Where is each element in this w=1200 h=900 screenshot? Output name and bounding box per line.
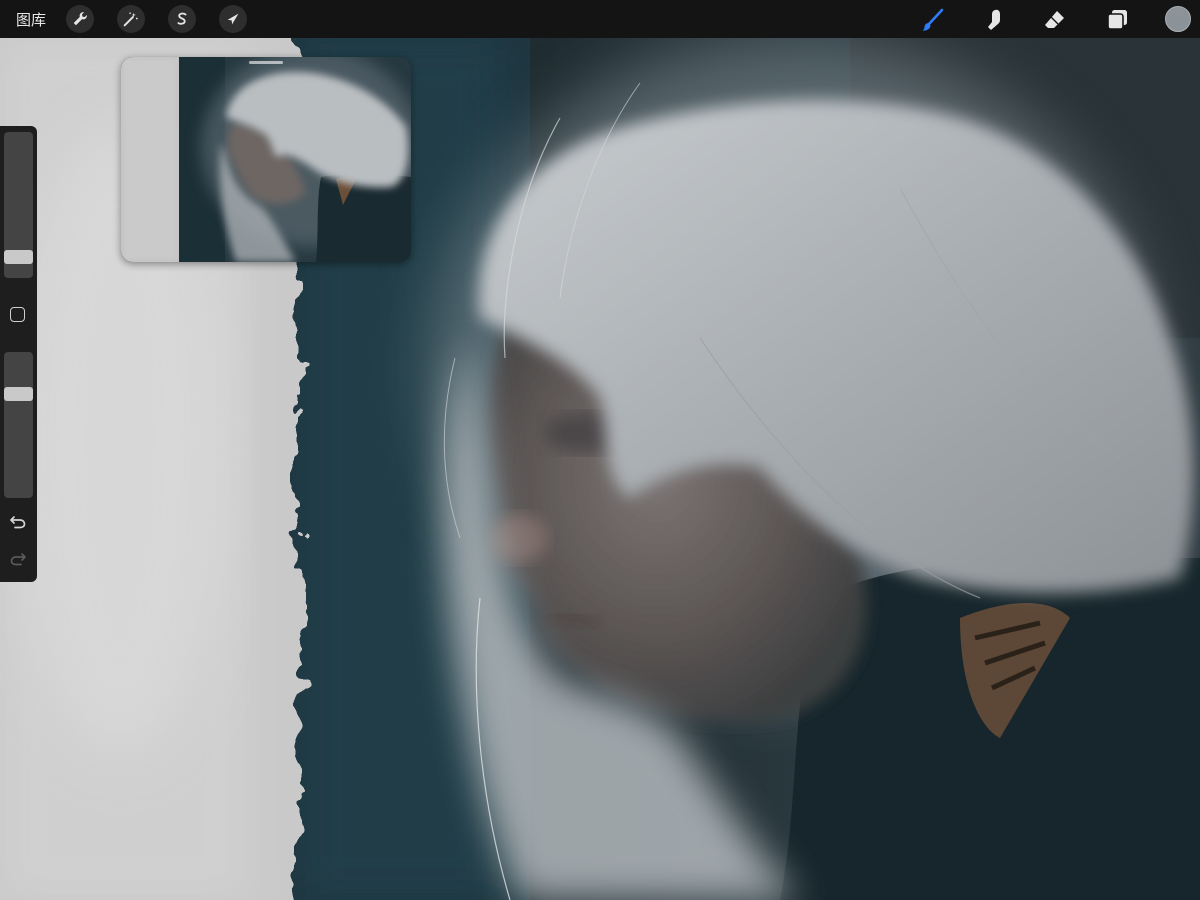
reference-thumbnail	[121, 57, 411, 262]
adjustments-button[interactable]	[117, 5, 145, 33]
brush-icon	[922, 8, 944, 31]
arrow-cursor-icon	[227, 13, 239, 25]
smudge-tool-button[interactable]	[979, 5, 1009, 35]
gallery-button[interactable]: 图库	[16, 9, 46, 30]
layers-tool-button[interactable]	[1102, 5, 1132, 35]
brush-tool-button[interactable]	[918, 5, 948, 35]
eraser-tool-button[interactable]	[1040, 5, 1070, 35]
modify-square-icon[interactable]	[10, 307, 25, 322]
reference-window-handle[interactable]	[249, 61, 283, 64]
top-toolbar: 图库	[0, 0, 1200, 38]
smudge-finger-icon	[988, 9, 1000, 30]
redo-icon[interactable]	[9, 550, 27, 568]
eraser-icon	[1045, 11, 1064, 28]
selection-button[interactable]	[168, 5, 196, 33]
brush-size-slider-thumb[interactable]	[4, 250, 33, 264]
magic-wand-icon	[123, 12, 138, 27]
color-picker-button[interactable]	[1165, 6, 1191, 32]
transform-button[interactable]	[219, 5, 247, 33]
selection-s-icon	[177, 12, 187, 25]
undo-icon[interactable]	[9, 513, 27, 531]
left-sidebar	[0, 126, 37, 582]
reference-window[interactable]	[121, 57, 411, 262]
layers-icon	[1107, 10, 1127, 30]
opacity-slider-thumb[interactable]	[4, 387, 33, 401]
wrench-icon	[73, 12, 87, 26]
opacity-slider[interactable]	[4, 352, 33, 498]
actions-button[interactable]	[66, 5, 94, 33]
